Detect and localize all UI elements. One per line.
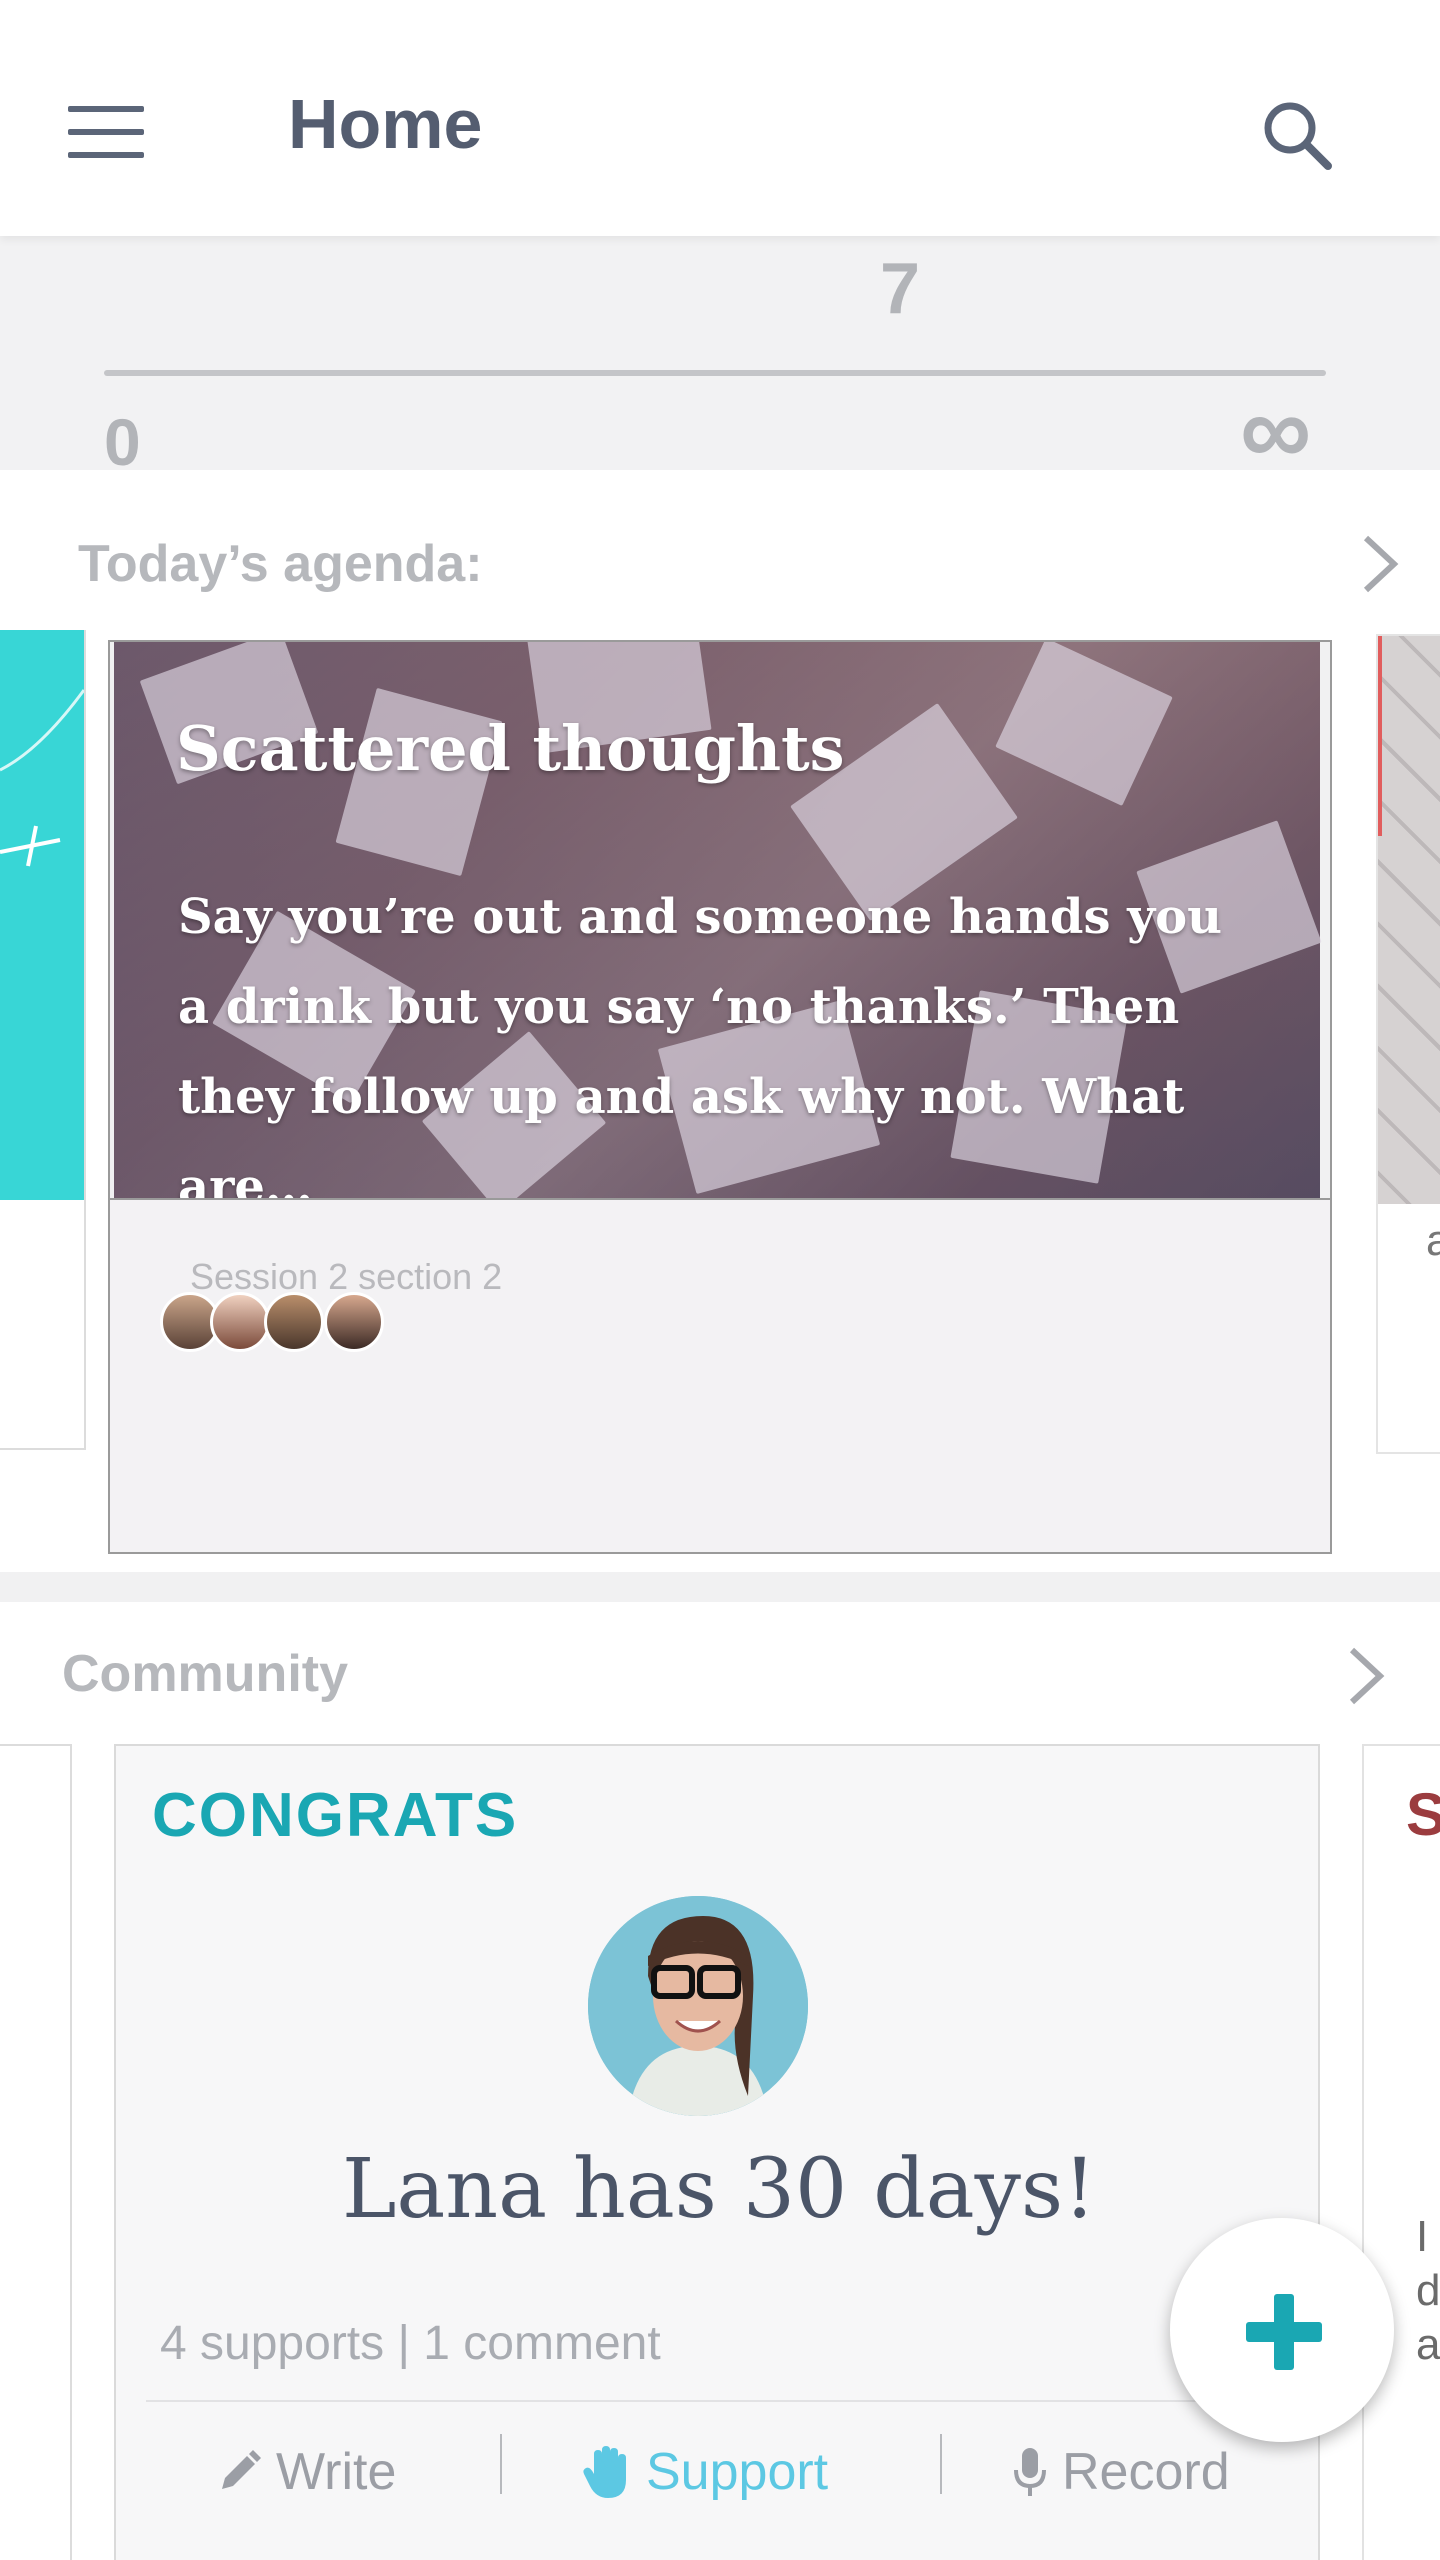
community-card-previous[interactable] [0,1744,72,2560]
record-button[interactable]: Record [1012,2432,1230,2512]
progress-current-value: 7 [879,249,921,329]
card-actions: Write Support Record [116,2414,1322,2524]
agenda-card-image: Scattered thoughts Say you’re out and so… [114,642,1322,1215]
support-label: Support [646,2443,829,2501]
hamburger-menu-icon[interactable] [68,106,144,158]
avatar [264,1292,324,1352]
community-card[interactable]: CONGRATS Lana has 30 days! 4 supports | … [114,1744,1320,2560]
microphone-icon [1014,2448,1046,2496]
app-bar: Home [0,0,1440,236]
hand-icon [583,2446,626,2498]
pencil-icon [222,2450,261,2489]
agenda-card-next[interactable]: a [1376,634,1440,1454]
section-divider [0,1572,1440,1602]
community-heading: Community [62,1645,348,1703]
page-title: Home [288,85,483,163]
support-button[interactable]: Support [582,2432,828,2512]
avatar [210,1292,270,1352]
progress-max-label: ∞ [1240,374,1312,486]
record-label: Record [1062,2443,1230,2501]
agenda-card-next-text: a [1426,1216,1440,1266]
progress-min-label: 0 [104,405,141,479]
search-icon[interactable] [1258,96,1338,176]
write-button[interactable]: Write [216,2432,396,2512]
accent-line [1378,636,1382,836]
community-chevron-right-icon[interactable] [1346,1644,1386,1708]
congrats-headline: Lana has 30 days! [341,2142,1097,2237]
card-divider [146,2400,1292,2402]
agenda-card-body: Say you’re out and someone hands you a d… [178,889,1223,1215]
community-card-next-text: I d a [1416,2212,1440,2369]
avatar [588,1896,808,2116]
agenda-heading: Today’s agenda: [78,535,483,593]
agenda-card-title: Scattered thoughts [176,712,845,785]
write-label: Write [276,2443,397,2501]
agenda-card[interactable]: Scattered thoughts Say you’re out and so… [108,640,1332,1554]
agenda-card-previous-image [0,630,84,1200]
action-separator [940,2434,942,2494]
plus-icon-stem [1274,2294,1294,2370]
support-comment-stats[interactable]: 4 supports | 1 comment [160,2316,661,2371]
agenda-card-footer: Session 2 section 2 [110,1198,1330,1552]
avatar [324,1292,384,1352]
sobriety-progress [0,236,1440,470]
agenda-card-next-image [1378,636,1440,1204]
agenda-chevron-right-icon[interactable] [1360,532,1400,596]
add-button[interactable] [1170,2218,1394,2442]
community-card-next[interactable]: S I d a [1362,1744,1440,2560]
community-card-next-label: S [1406,1780,1440,1849]
action-separator [500,2434,502,2494]
congrats-label: CONGRATS [152,1781,519,1850]
progress-track [104,370,1326,376]
